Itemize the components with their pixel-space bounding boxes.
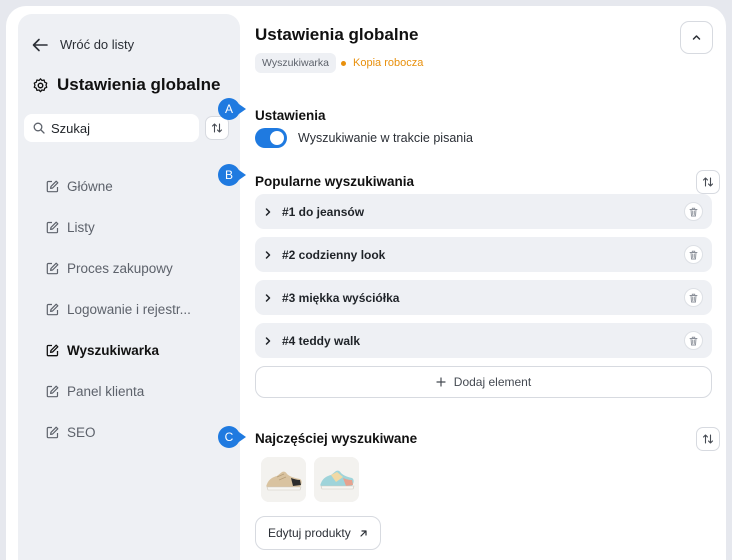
callout-marker-b: B [218, 164, 246, 186]
trash-icon [689, 293, 698, 302]
delete-button[interactable] [684, 245, 703, 264]
chevron-right-icon [265, 336, 271, 345]
external-arrow-icon [360, 529, 367, 537]
popular-sort-button[interactable] [696, 170, 720, 194]
edit-icon [46, 344, 59, 357]
collapse-button[interactable] [680, 21, 713, 54]
list-item[interactable]: #4 teddy walk [255, 323, 712, 358]
frequent-sort-button[interactable] [696, 427, 720, 451]
trash-icon [689, 336, 698, 345]
sort-icon [211, 123, 223, 133]
arrow-left-icon [32, 38, 48, 51]
edit-icon [46, 221, 59, 234]
callout-marker-a: A [218, 98, 246, 120]
app-window: Wróć do listy Ustawienia globalne Główne… [6, 6, 726, 560]
chevron-up-icon [692, 35, 701, 40]
sidebar-item-glowne[interactable]: Główne [46, 166, 236, 207]
status-text: Kopia robocza [353, 57, 424, 69]
chevron-right-icon [265, 207, 271, 216]
delete-button[interactable] [684, 202, 703, 221]
product-thumbnail[interactable] [261, 457, 306, 502]
delete-button[interactable] [684, 331, 703, 350]
list-item-label: #2 codzienny look [282, 247, 386, 262]
sidebar-item-logowanie[interactable]: Logowanie i rejestr... [46, 289, 236, 330]
frequent-searches-heading: Najczęściej wyszukiwane [255, 431, 418, 446]
popular-searches-heading: Popularne wyszukiwania [255, 174, 415, 189]
sneaker-image [261, 457, 306, 502]
callout-letter: A [224, 102, 233, 116]
search-icon [33, 122, 45, 134]
sidebar-title-text: Ustawienia globalne [57, 75, 221, 94]
breadcrumb-tag: Wyszukiwarka [255, 53, 336, 73]
edit-icon [46, 385, 59, 398]
main-panel: Ustawienia globalne Wyszukiwarka Kopia r… [255, 6, 720, 560]
sneaker-image [314, 457, 359, 502]
edit-products-label: Edytuj produkty [268, 526, 351, 540]
sidebar-nav: Główne Listy Proces zakupowy Logowanie i… [46, 166, 236, 453]
edit-icon [46, 426, 59, 439]
callout-marker-c: C [218, 426, 246, 448]
list-item-label: #3 miękka wyściółka [282, 290, 400, 305]
sidebar: Wróć do listy Ustawienia globalne Główne… [18, 14, 240, 560]
product-thumbnail[interactable] [314, 457, 359, 502]
sidebar-item-seo[interactable]: SEO [46, 412, 236, 453]
list-item[interactable]: #1 do jeansów [255, 194, 712, 229]
gear-icon [33, 77, 48, 92]
sidebar-item-label: Główne [67, 179, 113, 194]
sidebar-item-label: SEO [67, 425, 96, 440]
plus-icon [436, 377, 446, 387]
callout-letter: C [224, 430, 234, 444]
settings-heading: Ustawienia [255, 108, 326, 123]
list-item[interactable]: #2 codzienny look [255, 237, 712, 272]
search-as-you-type-toggle[interactable] [255, 128, 287, 148]
add-element-button[interactable]: Dodaj element [255, 366, 712, 398]
popular-searches-list: #1 do jeansów #2 codzienny look #3 miękk… [255, 194, 712, 366]
back-to-list-link[interactable]: Wróć do listy [32, 37, 134, 52]
chevron-right-icon [265, 250, 271, 259]
sidebar-item-proces-zakupowy[interactable]: Proces zakupowy [46, 248, 236, 289]
sidebar-item-panel-klienta[interactable]: Panel klienta [46, 371, 236, 412]
search-as-you-type-row: Wyszukiwanie w trakcie pisania [255, 128, 473, 148]
sidebar-item-label: Logowanie i rejestr... [67, 302, 191, 317]
page-title: Ustawienia globalne [255, 25, 419, 44]
chevron-right-icon [265, 293, 271, 302]
sidebar-item-listy[interactable]: Listy [46, 207, 236, 248]
status-badge: Kopia robocza [341, 53, 423, 73]
sidebar-item-label: Panel klienta [67, 384, 145, 399]
list-item-label: #1 do jeansów [282, 204, 365, 219]
sidebar-item-label: Listy [67, 220, 95, 235]
search-field[interactable] [24, 114, 199, 142]
sort-icon [702, 434, 714, 444]
trash-icon [689, 207, 698, 216]
trash-icon [689, 250, 698, 259]
sidebar-item-label: Proces zakupowy [67, 261, 173, 276]
sidebar-item-wyszukiwarka[interactable]: Wyszukiwarka [46, 330, 236, 371]
list-item-label: #4 teddy walk [282, 333, 361, 348]
list-item[interactable]: #3 miękka wyściółka [255, 280, 712, 315]
sidebar-title: Ustawienia globalne [32, 75, 220, 95]
back-label: Wróć do listy [60, 37, 135, 52]
add-element-label: Dodaj element [453, 375, 532, 389]
sort-icon [702, 177, 714, 187]
edit-icon [46, 180, 59, 193]
sidebar-item-label: Wyszukiwarka [67, 343, 160, 358]
edit-icon [46, 262, 59, 275]
toggle-label: Wyszukiwanie w trakcie pisania [298, 131, 473, 145]
edit-icon [46, 303, 59, 316]
delete-button[interactable] [684, 288, 703, 307]
status-dot [341, 60, 346, 66]
callout-letter: B [224, 168, 233, 182]
search-input[interactable] [51, 120, 181, 136]
edit-products-button[interactable]: Edytuj produkty [255, 516, 381, 550]
